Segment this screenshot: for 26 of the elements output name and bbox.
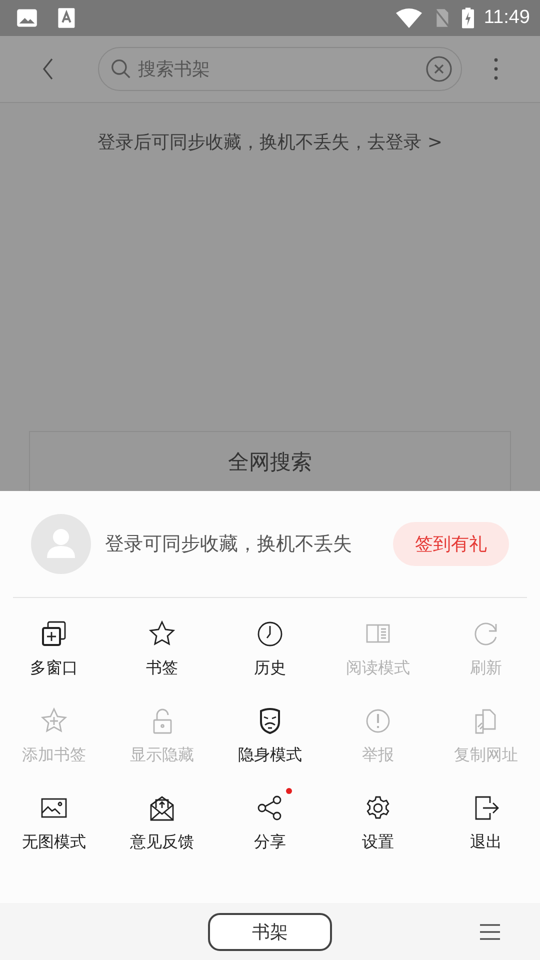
wifi-icon [396,8,422,28]
menu-item[interactable]: 多窗口 [30,658,78,679]
image-icon [16,7,38,29]
clear-icon[interactable] [426,56,452,82]
menu-icon[interactable] [478,923,502,941]
login-hint: 登录可同步收藏，换机不丢失 [105,532,353,557]
menu-item[interactable]: 书签 [146,658,178,679]
menu-item[interactable]: 设置 [362,832,394,853]
menu-item[interactable]: 隐身模式 [238,745,302,766]
more-icon[interactable] [494,58,498,80]
checkin-button[interactable]: 签到有礼 [393,522,509,566]
clock-time: 11:49 [484,7,530,29]
menu-item[interactable]: 无图模式 [22,832,86,853]
menu-item[interactable]: 分享 [254,832,286,853]
no-sim-icon [434,8,450,28]
menu-item[interactable]: 退出 [470,832,502,853]
battery-charging-icon [462,7,474,29]
search-input[interactable]: 搜索书架 [136,58,426,80]
menu-item[interactable]: 意见反馈 [130,832,194,853]
web-search-button[interactable]: 全网搜索 [29,431,511,491]
login-prompt-link[interactable]: 登录后可同步收藏，换机不丢失，去登录 > [98,130,442,154]
menu-item[interactable]: 历史 [254,658,286,679]
back-icon[interactable] [42,58,54,80]
search-icon [111,59,131,79]
bookshelf-button[interactable]: 书架 [208,912,332,950]
search-field[interactable]: 搜索书架 [98,47,462,91]
